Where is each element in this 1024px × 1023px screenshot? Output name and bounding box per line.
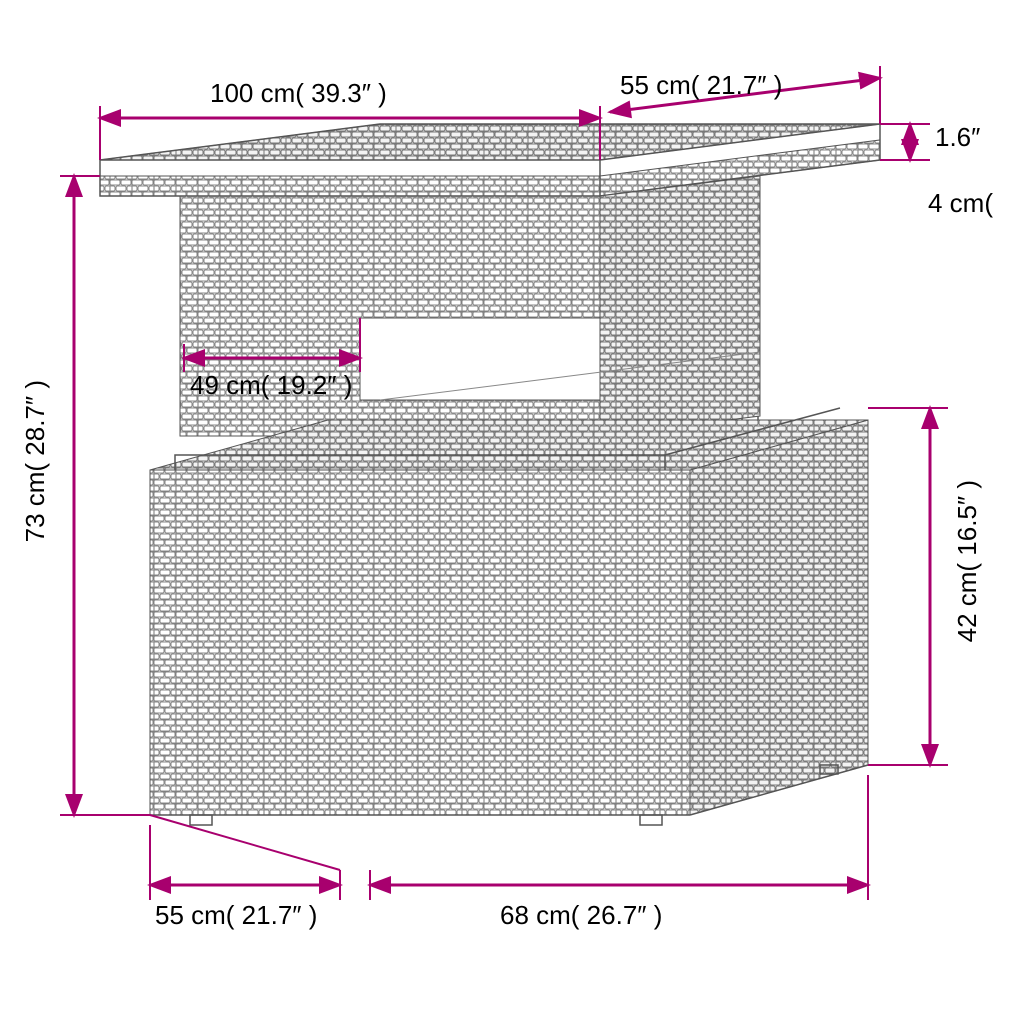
- product-drawing: [0, 0, 1024, 1023]
- dim-inner-width: 49 cm( 19.2″ ): [190, 370, 352, 401]
- dim-base-width: 68 cm( 26.7″ ): [500, 900, 662, 931]
- diagram-stage: 100 cm( 39.3″ ) 55 cm( 21.7″ ) 1.6″ 4 cm…: [0, 0, 1024, 1023]
- dim-total-height: 73 cm( 28.7″ ): [20, 380, 51, 542]
- dim-top-thickness: 4 cm(: [928, 188, 993, 219]
- dim-top-width: 100 cm( 39.3″ ): [210, 78, 387, 109]
- dim-top-depth: 55 cm( 21.7″ ): [620, 70, 782, 101]
- dim-base-depth: 55 cm( 21.7″ ): [155, 900, 317, 931]
- dim-edge-thin: 1.6″: [935, 122, 980, 153]
- dim-base-height: 42 cm( 16.5″ ): [952, 480, 983, 642]
